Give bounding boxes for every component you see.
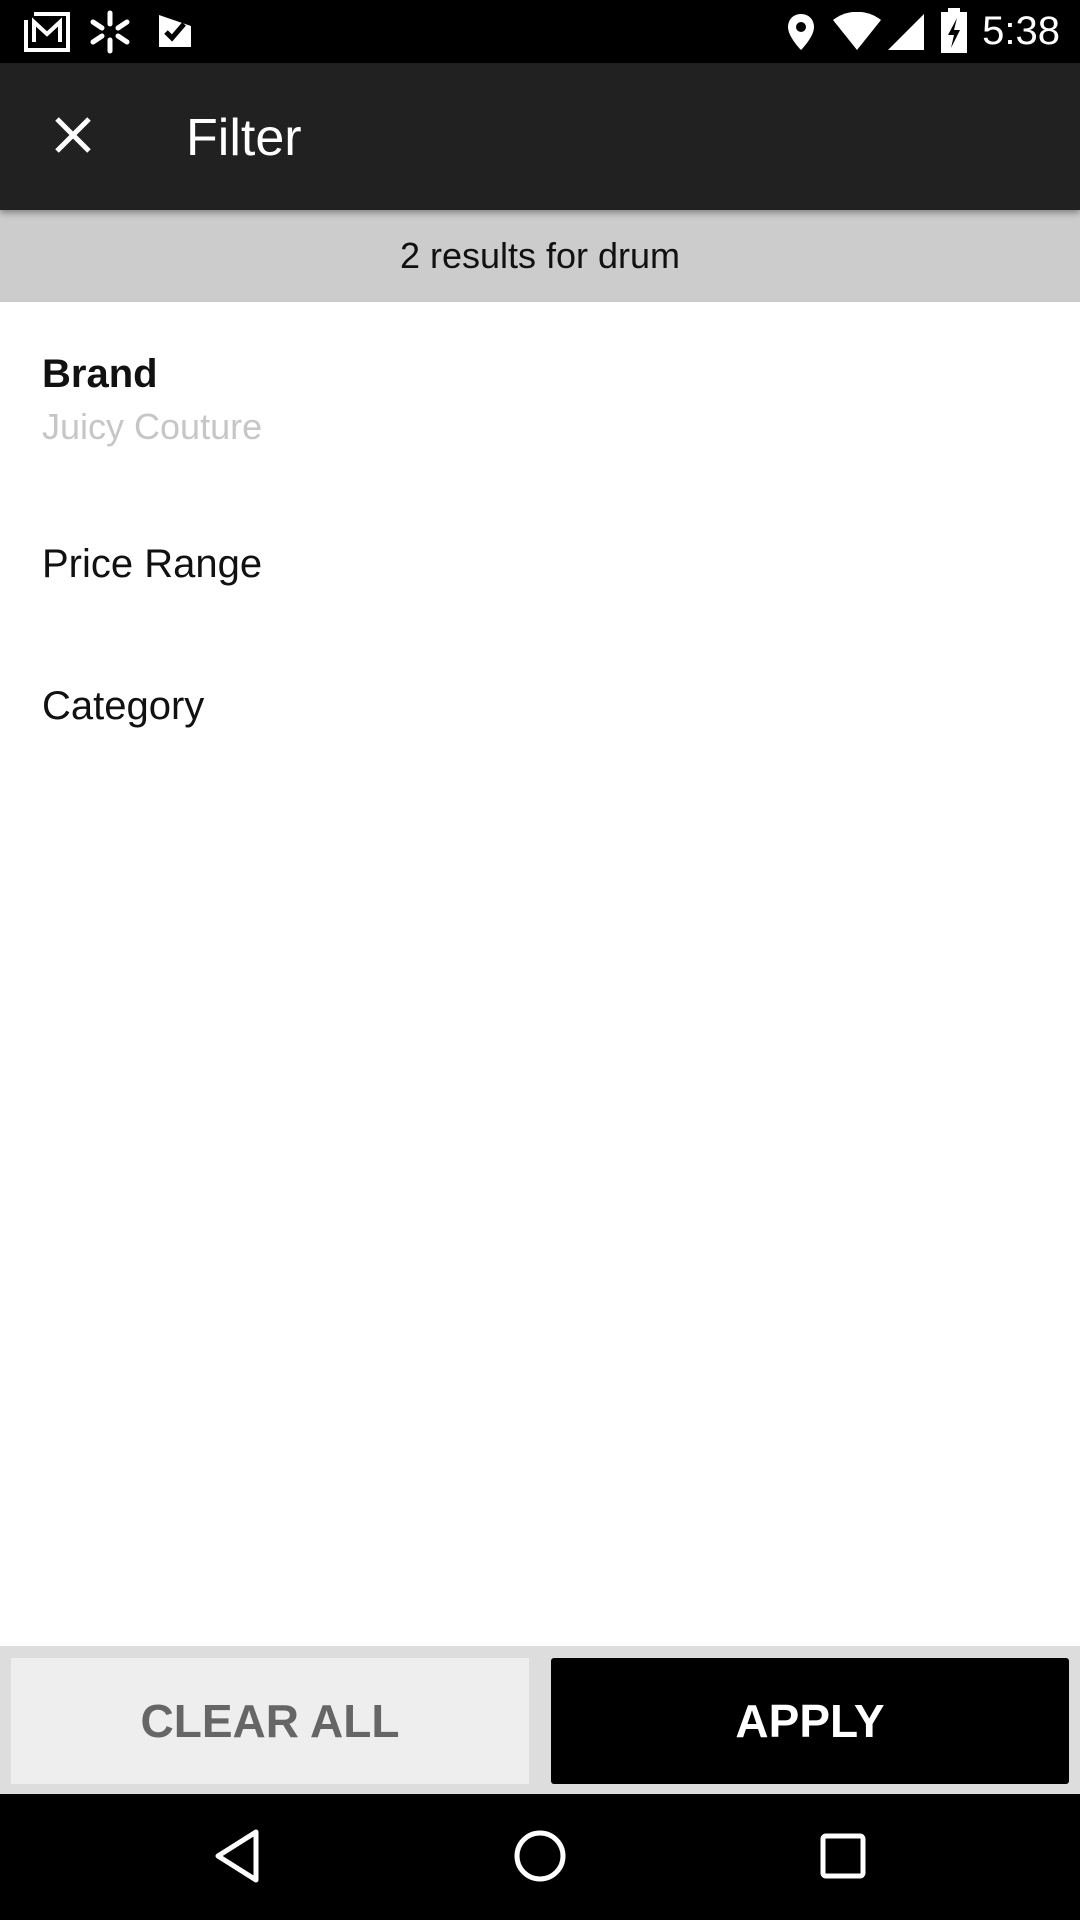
- page-title: Filter: [186, 109, 302, 167]
- recents-button[interactable]: [798, 1822, 888, 1894]
- signal-icon: [886, 12, 926, 57]
- status-time: 5:38: [982, 9, 1060, 53]
- walmart-spark-icon: [88, 10, 132, 59]
- home-button[interactable]: [495, 1822, 585, 1894]
- filter-price-range-label: Price Range: [42, 542, 263, 586]
- back-button[interactable]: [192, 1822, 282, 1894]
- checkmark-app-icon: [156, 12, 194, 55]
- filter-item-category[interactable]: Category: [0, 660, 1080, 760]
- results-count-banner: 2 results for drum: [0, 210, 1080, 302]
- back-icon: [212, 1828, 262, 1889]
- location-icon: [786, 12, 816, 57]
- close-button[interactable]: [30, 104, 116, 170]
- filter-item-price-range[interactable]: Price Range: [0, 520, 1080, 620]
- battery-charging-icon: [940, 8, 968, 59]
- status-bar: 5:38: [0, 0, 1080, 63]
- filter-brand-value: Juicy Couture: [42, 406, 263, 447]
- home-icon: [513, 1829, 567, 1888]
- app-bar: Filter: [0, 63, 1080, 210]
- filter-category-label: Category: [42, 684, 205, 728]
- clear-all-button[interactable]: CLEAR ALL: [11, 1658, 529, 1784]
- system-nav-bar: [0, 1794, 1080, 1920]
- close-icon: [53, 115, 93, 160]
- filter-item-brand[interactable]: Brand Juicy Couture: [0, 302, 1080, 462]
- filter-brand-label: Brand: [42, 352, 158, 396]
- apply-button[interactable]: APPLY: [551, 1658, 1069, 1784]
- recents-icon: [819, 1832, 867, 1885]
- wifi-icon: [832, 11, 882, 57]
- gmail-icon: [22, 10, 72, 57]
- action-panel: CLEAR ALL APPLY: [0, 1646, 1080, 1794]
